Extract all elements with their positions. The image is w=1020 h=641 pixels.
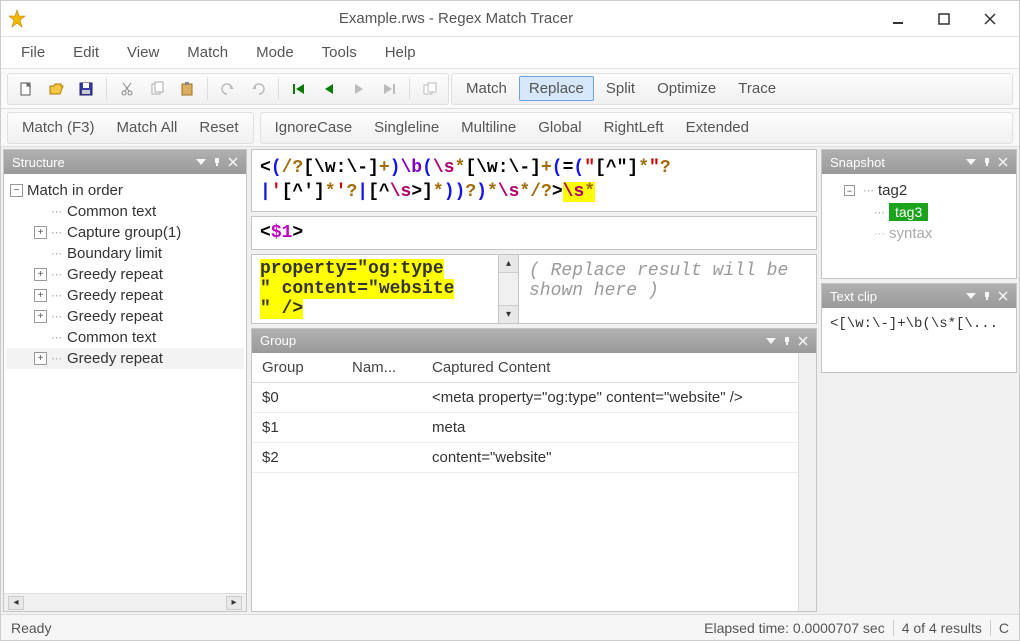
sample-vscroll[interactable]: ▴▾ — [499, 254, 519, 324]
tree-root[interactable]: Match in order — [27, 182, 123, 199]
tree-item[interactable]: Common text — [67, 203, 156, 220]
group-title: Group — [260, 333, 760, 348]
pin-icon[interactable] — [982, 157, 992, 167]
panel-menu-icon[interactable] — [196, 157, 206, 167]
structure-tree[interactable]: −Match in order ⋯Common text +⋯Capture g… — [4, 174, 246, 593]
maximize-button[interactable] — [921, 4, 967, 34]
app-icon — [7, 9, 27, 29]
sample-text-input[interactable]: property="og:type " content="website " /… — [251, 254, 499, 324]
menu-view[interactable]: View — [115, 40, 171, 65]
menu-tools[interactable]: Tools — [310, 40, 369, 65]
window-title: Example.rws - Regex Match Tracer — [37, 10, 875, 27]
snapshot-title: Snapshot — [830, 155, 960, 170]
structure-hscroll[interactable]: ◂ ▸ — [4, 593, 246, 611]
paste-icon[interactable] — [173, 76, 201, 102]
open-folder-icon[interactable] — [42, 76, 70, 102]
snapshot-tree[interactable]: −⋯tag2 ⋯tag3 ⋯syntax — [822, 174, 1016, 250]
opt-singleline[interactable]: Singleline — [364, 115, 449, 140]
opt-extended[interactable]: Extended — [676, 115, 759, 140]
group-row[interactable]: $0 <meta property="og:type" content="web… — [252, 383, 798, 413]
group-header: Group — [252, 329, 816, 353]
structure-title: Structure — [12, 155, 190, 170]
undo-icon[interactable] — [214, 76, 242, 102]
menubar: File Edit View Match Mode Tools Help — [1, 37, 1019, 69]
main-area: Structure −Match in order ⋯Common text +… — [1, 147, 1019, 614]
textclip-content[interactable]: <[\w:\-]+\b(\s*[\... — [822, 308, 1016, 340]
toolbar-primary: Match Replace Split Optimize Trace — [1, 69, 1019, 109]
status-ready: Ready — [11, 620, 704, 636]
tree-item[interactable]: Boundary limit — [67, 245, 162, 262]
titlebar: Example.rws - Regex Match Tracer — [1, 1, 1019, 37]
minimize-button[interactable] — [875, 4, 921, 34]
tree-item[interactable]: Common text — [67, 329, 156, 346]
pin-icon[interactable] — [782, 336, 792, 346]
tree-item[interactable]: Greedy repeat — [67, 287, 163, 304]
menu-match[interactable]: Match — [175, 40, 240, 65]
tab-trace[interactable]: Trace — [728, 76, 786, 101]
textclip-title: Text clip — [830, 289, 960, 304]
tab-split[interactable]: Split — [596, 76, 645, 101]
prev-icon[interactable] — [315, 76, 343, 102]
snap-item[interactable]: tag2 — [878, 182, 907, 199]
opt-rightleft[interactable]: RightLeft — [594, 115, 674, 140]
btn-match-f3[interactable]: Match (F3) — [12, 115, 105, 140]
close-panel-icon[interactable] — [798, 336, 808, 346]
btn-reset[interactable]: Reset — [189, 115, 248, 140]
status-elapsed: Elapsed time: 0.0000707 sec — [704, 620, 885, 636]
tree-item[interactable]: Greedy repeat — [67, 308, 163, 325]
close-panel-icon[interactable] — [228, 157, 238, 167]
replacement-input[interactable]: <$1> — [251, 216, 817, 250]
regex-input[interactable]: <(/?[\w:\-]+)\b(\s*[\w:\-]+(=("[^"]*"?|'… — [251, 149, 817, 212]
panel-menu-icon[interactable] — [966, 291, 976, 301]
close-panel-icon[interactable] — [998, 291, 1008, 301]
snapshot-header: Snapshot — [822, 150, 1016, 174]
cut-icon[interactable] — [113, 76, 141, 102]
tab-optimize[interactable]: Optimize — [647, 76, 726, 101]
tab-match[interactable]: Match — [456, 76, 517, 101]
tree-item[interactable]: Greedy repeat — [67, 350, 163, 367]
opt-global[interactable]: Global — [528, 115, 591, 140]
save-icon[interactable] — [72, 76, 100, 102]
replace-result-output: ( Replace result will be shown here ) — [519, 254, 817, 324]
close-panel-icon[interactable] — [998, 157, 1008, 167]
copy-match-icon[interactable] — [416, 76, 444, 102]
group-table-header: Group Nam... Captured Content — [252, 353, 798, 383]
menu-edit[interactable]: Edit — [61, 40, 111, 65]
tab-replace[interactable]: Replace — [519, 76, 594, 101]
menu-help[interactable]: Help — [373, 40, 428, 65]
panel-menu-icon[interactable] — [766, 336, 776, 346]
redo-icon[interactable] — [244, 76, 272, 102]
menu-mode[interactable]: Mode — [244, 40, 306, 65]
new-file-icon[interactable] — [12, 76, 40, 102]
btn-match-all[interactable]: Match All — [107, 115, 188, 140]
textclip-header: Text clip — [822, 284, 1016, 308]
copy-icon[interactable] — [143, 76, 171, 102]
next-icon[interactable] — [345, 76, 373, 102]
pin-icon[interactable] — [982, 291, 992, 301]
last-icon[interactable] — [375, 76, 403, 102]
snap-item[interactable]: syntax — [889, 225, 932, 242]
pin-icon[interactable] — [212, 157, 222, 167]
panel-menu-icon[interactable] — [966, 157, 976, 167]
statusbar: Ready Elapsed time: 0.0000707 sec 4 of 4… — [1, 614, 1019, 640]
snap-item-selected[interactable]: tag3 — [889, 203, 928, 221]
group-row[interactable]: $1 meta — [252, 413, 798, 443]
tree-item[interactable]: Capture group(1) — [67, 224, 181, 241]
opt-ignorecase[interactable]: IgnoreCase — [265, 115, 363, 140]
close-button[interactable] — [967, 4, 1013, 34]
group-row[interactable]: $2 content="website" — [252, 443, 798, 473]
status-results: 4 of 4 results — [902, 620, 982, 636]
status-extra: C — [999, 620, 1009, 636]
group-vscroll[interactable] — [798, 353, 816, 611]
first-icon[interactable] — [285, 76, 313, 102]
structure-header: Structure — [4, 150, 246, 174]
menu-file[interactable]: File — [9, 40, 57, 65]
toolbar-secondary: Match (F3) Match All Reset IgnoreCase Si… — [1, 109, 1019, 147]
opt-multiline[interactable]: Multiline — [451, 115, 526, 140]
tree-item[interactable]: Greedy repeat — [67, 266, 163, 283]
